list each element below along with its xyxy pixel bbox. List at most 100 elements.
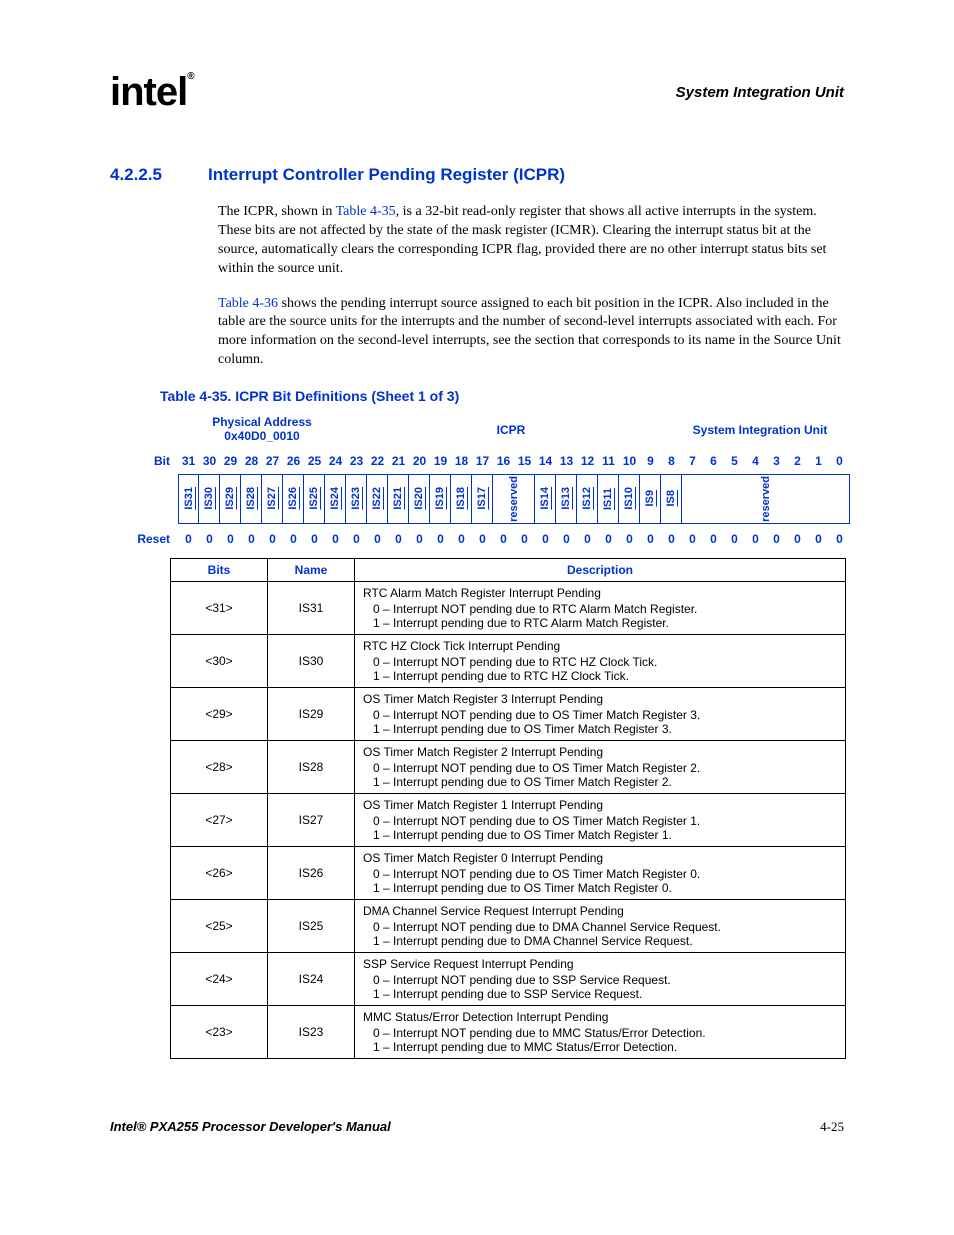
bit-number: 23 [346, 454, 367, 468]
name-cell: IS26 [268, 846, 355, 899]
table-row: <26>IS26OS Timer Match Register 0 Interr… [171, 846, 846, 899]
registered-mark: ® [187, 71, 193, 82]
bit-number: 6 [703, 454, 724, 468]
bit-reserved-cell: reserved [681, 474, 850, 524]
description-cell: OS Timer Match Register 1 Interrupt Pend… [355, 793, 846, 846]
reset-value: 0 [703, 532, 724, 546]
table-row: <31>IS31RTC Alarm Match Register Interru… [171, 581, 846, 634]
reset-value: 0 [325, 532, 346, 546]
bit-number: 7 [682, 454, 703, 468]
bit-number: 18 [451, 454, 472, 468]
reset-value: 0 [388, 532, 409, 546]
bit-number: 14 [535, 454, 556, 468]
bit-name-cell[interactable]: IS9 [639, 474, 661, 524]
reset-value: 0 [787, 532, 808, 546]
reset-value: 0 [808, 532, 829, 546]
name-cell: IS25 [268, 899, 355, 952]
bits-cell: <30> [171, 634, 268, 687]
bit-name-cell[interactable]: IS19 [429, 474, 451, 524]
reset-value: 0 [598, 532, 619, 546]
bits-cell: <25> [171, 899, 268, 952]
bit-name-cell[interactable]: IS12 [576, 474, 598, 524]
manual-title: Intel® PXA255 Processor Developer's Manu… [110, 1119, 391, 1135]
table-caption: Table 4-35. ICPR Bit Definitions (Sheet … [160, 388, 844, 404]
bits-cell: <26> [171, 846, 268, 899]
bit-number: 19 [430, 454, 451, 468]
bit-name-cell[interactable]: IS27 [261, 474, 283, 524]
bit-number: 15 [514, 454, 535, 468]
bits-cell: <31> [171, 581, 268, 634]
physical-address-value: 0x40D0_0010 [178, 430, 346, 444]
physical-address-label: Physical Address [178, 416, 346, 430]
bit-number: 13 [556, 454, 577, 468]
bit-number: 31 [178, 454, 199, 468]
bit-description-table: Bits Name Description <31>IS31RTC Alarm … [170, 558, 846, 1059]
bit-number: 30 [199, 454, 220, 468]
name-cell: IS24 [268, 952, 355, 1005]
bit-name-cell[interactable]: IS17 [471, 474, 493, 524]
bit-number-row: Bit 313029282726252423222120191817161514… [124, 454, 844, 468]
reset-value: 0 [472, 532, 493, 546]
reset-value: 0 [178, 532, 199, 546]
bits-cell: <24> [171, 952, 268, 1005]
reset-value: 0 [199, 532, 220, 546]
bit-name-cell[interactable]: IS13 [555, 474, 577, 524]
bit-name-cell[interactable]: IS11 [597, 474, 619, 524]
xref-table-4-36[interactable]: Table 4-36 [218, 296, 278, 311]
bit-number: 21 [388, 454, 409, 468]
bit-name-cell[interactable]: IS21 [387, 474, 409, 524]
bit-number: 17 [472, 454, 493, 468]
bit-name-cell[interactable]: IS30 [198, 474, 220, 524]
bit-name-cell[interactable]: IS22 [366, 474, 388, 524]
bit-name-cell[interactable]: IS10 [618, 474, 640, 524]
bit-name-cell[interactable]: IS20 [408, 474, 430, 524]
body-paragraph-1: The ICPR, shown in Table 4-35, is a 32-b… [218, 203, 844, 279]
bits-cell: <27> [171, 793, 268, 846]
bit-name-cell[interactable]: IS14 [534, 474, 556, 524]
register-unit: System Integration Unit [676, 423, 844, 437]
bit-number: 1 [808, 454, 829, 468]
bit-number: 10 [619, 454, 640, 468]
bit-number: 2 [787, 454, 808, 468]
page-number: 4-25 [820, 1119, 844, 1135]
description-cell: RTC Alarm Match Register Interrupt Pendi… [355, 581, 846, 634]
bit-number: 12 [577, 454, 598, 468]
doc-section-title: System Integration Unit [676, 84, 844, 101]
bit-name-cell[interactable]: IS28 [240, 474, 262, 524]
bits-cell: <28> [171, 740, 268, 793]
bit-number: 5 [724, 454, 745, 468]
bit-name-cell[interactable]: IS8 [660, 474, 682, 524]
description-cell: RTC HZ Clock Tick Interrupt Pending0 – I… [355, 634, 846, 687]
heading-title: Interrupt Controller Pending Register (I… [208, 165, 565, 185]
bit-number: 0 [829, 454, 850, 468]
reset-value: 0 [451, 532, 472, 546]
bit-number: 26 [283, 454, 304, 468]
reset-value: 0 [682, 532, 703, 546]
reset-value: 0 [661, 532, 682, 546]
logo-text: intel [110, 70, 187, 114]
bit-name-cell[interactable]: IS18 [450, 474, 472, 524]
name-cell: IS30 [268, 634, 355, 687]
bit-name-cell[interactable]: IS23 [345, 474, 367, 524]
bit-number: 8 [661, 454, 682, 468]
description-cell: OS Timer Match Register 3 Interrupt Pend… [355, 687, 846, 740]
xref-table-4-35[interactable]: Table 4-35 [336, 204, 396, 219]
bit-name-cell[interactable]: IS26 [282, 474, 304, 524]
description-cell: OS Timer Match Register 2 Interrupt Pend… [355, 740, 846, 793]
reset-value: 0 [367, 532, 388, 546]
bit-number: 28 [241, 454, 262, 468]
bit-number: 20 [409, 454, 430, 468]
bit-name-cell[interactable]: IS29 [219, 474, 241, 524]
register-name: ICPR [346, 423, 676, 437]
bit-number: 25 [304, 454, 325, 468]
bit-name-cell[interactable]: IS24 [324, 474, 346, 524]
bit-name-cell[interactable]: IS25 [303, 474, 325, 524]
name-cell: IS27 [268, 793, 355, 846]
bit-name-cell[interactable]: IS31 [178, 474, 199, 524]
bit-number: 24 [325, 454, 346, 468]
reset-value: 0 [304, 532, 325, 546]
section-heading: 4.2.2.5 Interrupt Controller Pending Reg… [110, 165, 844, 185]
page-footer: Intel® PXA255 Processor Developer's Manu… [110, 1119, 844, 1135]
table-row: <23>IS23MMC Status/Error Detection Inter… [171, 1005, 846, 1058]
col-header-bits: Bits [171, 558, 268, 581]
